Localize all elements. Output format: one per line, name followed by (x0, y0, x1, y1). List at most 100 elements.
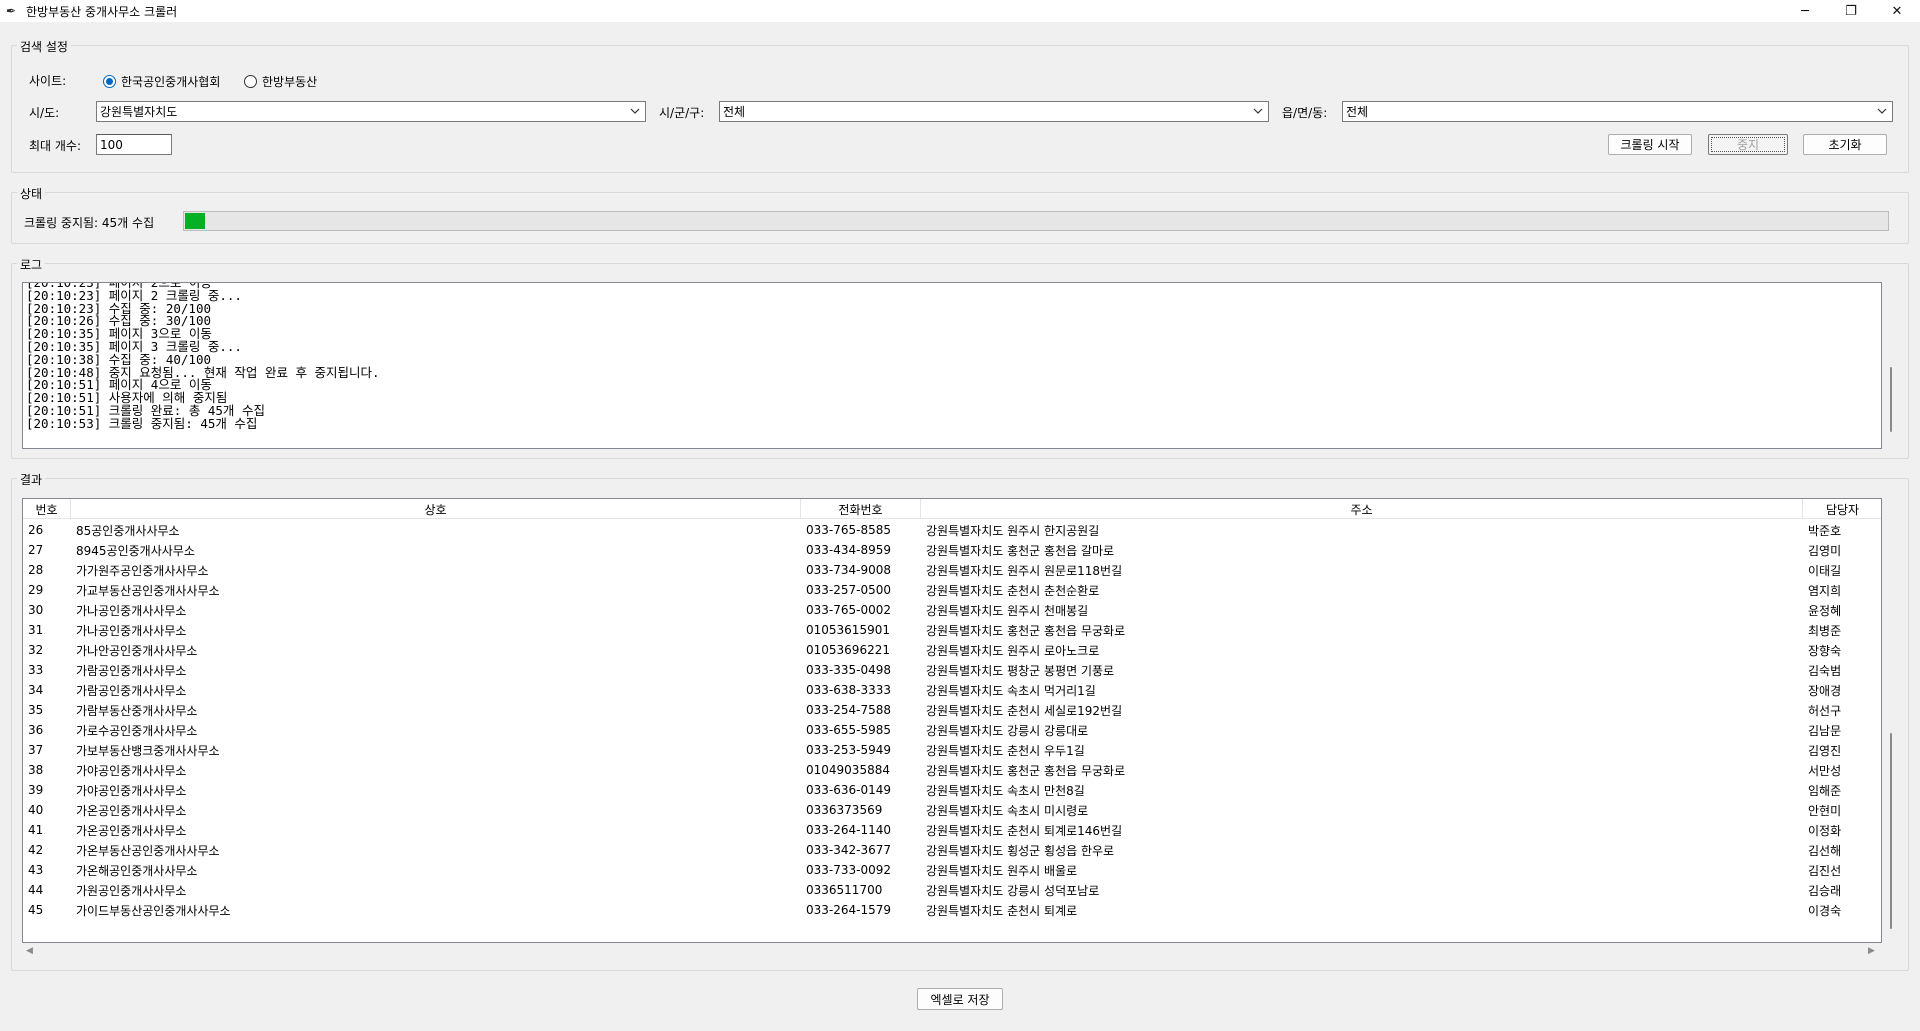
table-cell: 가나공인중개사사무소 (76, 623, 187, 638)
table-cell: 가온부동산공인중개사사무소 (76, 843, 220, 858)
table-cell: 가야공인중개사사무소 (76, 783, 187, 798)
table-row[interactable]: 31 가나공인중개사사무소 01053615901 강원특별자치도 홍천군 홍천읍 무… (23, 620, 1881, 640)
progress-fill (185, 213, 206, 229)
table-cell: 033-264-1579 (806, 903, 892, 917)
table-row[interactable]: 40 가온공인중개사사무소 0336373569 강원특별자치도 속초시 미시령로 안현… (23, 800, 1881, 820)
log-textarea[interactable]: [20:10:23] 페이지 2으로 이동 [20:10:23] 페이지 2 크롤… (22, 282, 1882, 449)
window-controls: ─ ❐ ✕ (1782, 0, 1920, 22)
table-cell: 35 (28, 703, 44, 717)
table-cell: 강원특별자치도 횡성군 횡성읍 한우로 (926, 843, 1115, 858)
site-radio-hanbang[interactable]: 한방부동산 (244, 73, 317, 90)
max-count-input[interactable]: 100 (96, 134, 172, 155)
site-radio-hanbang-label: 한방부동산 (262, 75, 318, 89)
table-cell: 38 (28, 763, 44, 777)
table-cell: 85공인중개사사무소 (76, 523, 180, 538)
table-row[interactable]: 26 85공인중개사사무소 033-765-8585 강원특별자치도 원주시 한지공원… (23, 520, 1881, 540)
column-header[interactable]: 상호 (71, 499, 801, 519)
table-cell: 가온해공인중개사사무소 (76, 863, 198, 878)
chevron-down-icon (630, 108, 640, 114)
export-excel-button[interactable]: 엑셀로 저장 (917, 988, 1003, 1010)
table-row[interactable]: 28 가가원주공인중개사사무소 033-734-9008 강원특별자치도 원주시 원문… (23, 560, 1881, 580)
table-row[interactable]: 45 가이드부동산공인중개사사무소 033-264-1579 강원특별자치도 춘천시 … (23, 900, 1881, 920)
table-cell: 033-765-0002 (806, 603, 892, 617)
table-cell: 32 (28, 643, 44, 657)
close-button[interactable]: ✕ (1874, 0, 1920, 22)
table-cell: 강원특별자치도 강릉시 강릉대로 (926, 723, 1089, 738)
table-row[interactable]: 39 가야공인중개사사무소 033-636-0149 강원특별자치도 속초시 만천8길… (23, 780, 1881, 800)
table-cell: 강원특별자치도 속초시 먹거리1길 (926, 683, 1096, 698)
sigungu-combobox[interactable]: 전체 (719, 101, 1269, 122)
table-row[interactable]: 27 8945공인중개사사무소 033-434-8959 강원특별자치도 홍천군 홍천… (23, 540, 1881, 560)
table-cell: 01049035884 (806, 763, 890, 777)
table-row[interactable]: 38 가야공인중개사사무소 01049035884 강원특별자치도 홍천군 홍천읍 무… (23, 760, 1881, 780)
table-cell: 31 (28, 623, 44, 637)
table-cell: 장향숙 (1808, 643, 1842, 658)
table-cell: 45 (28, 903, 44, 917)
table-cell: 강원특별자치도 원주시 천매봉길 (926, 603, 1089, 618)
table-row[interactable]: 41 가온공인중개사사무소 033-264-1140 강원특별자치도 춘천시 퇴계로1… (23, 820, 1881, 840)
dong-combobox[interactable]: 전체 (1342, 101, 1893, 122)
reset-button[interactable]: 초기화 (1803, 134, 1887, 155)
table-cell: 최병준 (1808, 623, 1842, 638)
table-cell: 강원특별자치도 홍천군 홍천읍 갈마로 (926, 543, 1115, 558)
stop-button[interactable]: 중지 (1708, 134, 1788, 155)
column-header[interactable]: 담당자 (1803, 499, 1881, 519)
table-row[interactable]: 33 가람공인중개사사무소 033-335-0498 강원특별자치도 평창군 봉평면 … (23, 660, 1881, 680)
table-row[interactable]: 37 가보부동산뱅크중개사사무소 033-253-5949 강원특별자치도 춘천시 우… (23, 740, 1881, 760)
column-header[interactable]: 전화번호 (801, 499, 921, 519)
table-cell: 강원특별자치도 춘천시 춘천순환로 (926, 583, 1100, 598)
results-title: 결과 (17, 471, 46, 488)
table-cell: 033-253-5949 (806, 743, 892, 757)
table-cell: 40 (28, 803, 44, 817)
table-row[interactable]: 36 가로수공인중개사사무소 033-655-5985 강원특별자치도 강릉시 강릉대… (23, 720, 1881, 740)
table-cell: 윤정혜 (1808, 603, 1842, 618)
chevron-down-icon (1253, 108, 1263, 114)
start-crawl-button[interactable]: 크롤링 시작 (1608, 134, 1692, 155)
site-radio-kar[interactable]: 한국공인중개사협회 (103, 73, 220, 90)
dong-value: 전체 (1346, 105, 1369, 119)
log-scrollbar-thumb[interactable] (1890, 367, 1892, 432)
maximize-button[interactable]: ❐ (1828, 0, 1874, 22)
table-cell: 가보부동산뱅크중개사사무소 (76, 743, 220, 758)
table-row[interactable]: 29 가교부동산공인중개사사무소 033-257-0500 강원특별자치도 춘천시 춘… (23, 580, 1881, 600)
table-row[interactable]: 43 가온해공인중개사사무소 033-733-0092 강원특별자치도 원주시 배울로… (23, 860, 1881, 880)
table-cell: 가나안공인중개사사무소 (76, 643, 198, 658)
table-row[interactable]: 44 가원공인중개사사무소 0336511700 강원특별자치도 강릉시 성덕포남로 김… (23, 880, 1881, 900)
table-cell: 033-264-1140 (806, 823, 892, 837)
table-cell: 강원특별자치도 속초시 만천8길 (926, 783, 1085, 798)
table-cell: 강원특별자치도 춘천시 우두1길 (926, 743, 1085, 758)
table-row[interactable]: 30 가나공인중개사사무소 033-765-0002 강원특별자치도 원주시 천매봉길… (23, 600, 1881, 620)
table-cell: 033-734-9008 (806, 563, 892, 577)
table-row[interactable]: 35 가람부동산중개사사무소 033-254-7588 강원특별자치도 춘천시 세실로… (23, 700, 1881, 720)
scroll-left-icon[interactable]: ◀ (26, 946, 33, 956)
radio-selected-icon (103, 75, 116, 88)
table-row[interactable]: 32 가나안공인중개사사무소 01053696221 강원특별자치도 원주시 로아노크… (23, 640, 1881, 660)
results-scrollbar-thumb[interactable] (1890, 733, 1892, 929)
table-cell: 29 (28, 583, 44, 597)
table-cell: 033-733-0092 (806, 863, 892, 877)
table-cell: 가나공인중개사사무소 (76, 603, 187, 618)
table-cell: 이경숙 (1808, 903, 1842, 918)
results-table[interactable]: 번호 상호 전화번호 주소 담당자 26 85공인중개사사무소 033-765-8585 강원… (22, 498, 1882, 943)
table-cell: 장애경 (1808, 683, 1842, 698)
table-row[interactable]: 34 가람공인중개사사무소 033-638-3333 강원특별자치도 속초시 먹거리1… (23, 680, 1881, 700)
table-cell: 이정화 (1808, 823, 1842, 838)
table-cell: 김숙범 (1808, 663, 1842, 678)
table-cell: 033-335-0498 (806, 663, 892, 677)
scroll-right-icon[interactable]: ▶ (1868, 946, 1875, 956)
feather-icon: ✒ (6, 3, 17, 18)
minimize-button[interactable]: ─ (1782, 0, 1828, 22)
table-cell: 강원특별자치도 춘천시 퇴계로 (926, 903, 1078, 918)
table-cell: 강원특별자치도 원주시 원문로118번길 (926, 563, 1123, 578)
table-cell: 30 (28, 603, 44, 617)
table-cell: 27 (28, 543, 44, 557)
table-cell: 가이드부동산공인중개사사무소 (76, 903, 231, 918)
table-cell: 8945공인중개사사무소 (76, 543, 195, 558)
sido-combobox[interactable]: 강원특별자치도 (96, 101, 646, 122)
column-header[interactable]: 주소 (921, 499, 1803, 519)
table-row[interactable]: 42 가온부동산공인중개사사무소 033-342-3677 강원특별자치도 횡성군 횡… (23, 840, 1881, 860)
table-cell: 가원공인중개사사무소 (76, 883, 187, 898)
table-cell: 가람부동산중개사사무소 (76, 703, 198, 718)
log-title: 로그 (17, 256, 46, 273)
column-header[interactable]: 번호 (23, 499, 71, 519)
